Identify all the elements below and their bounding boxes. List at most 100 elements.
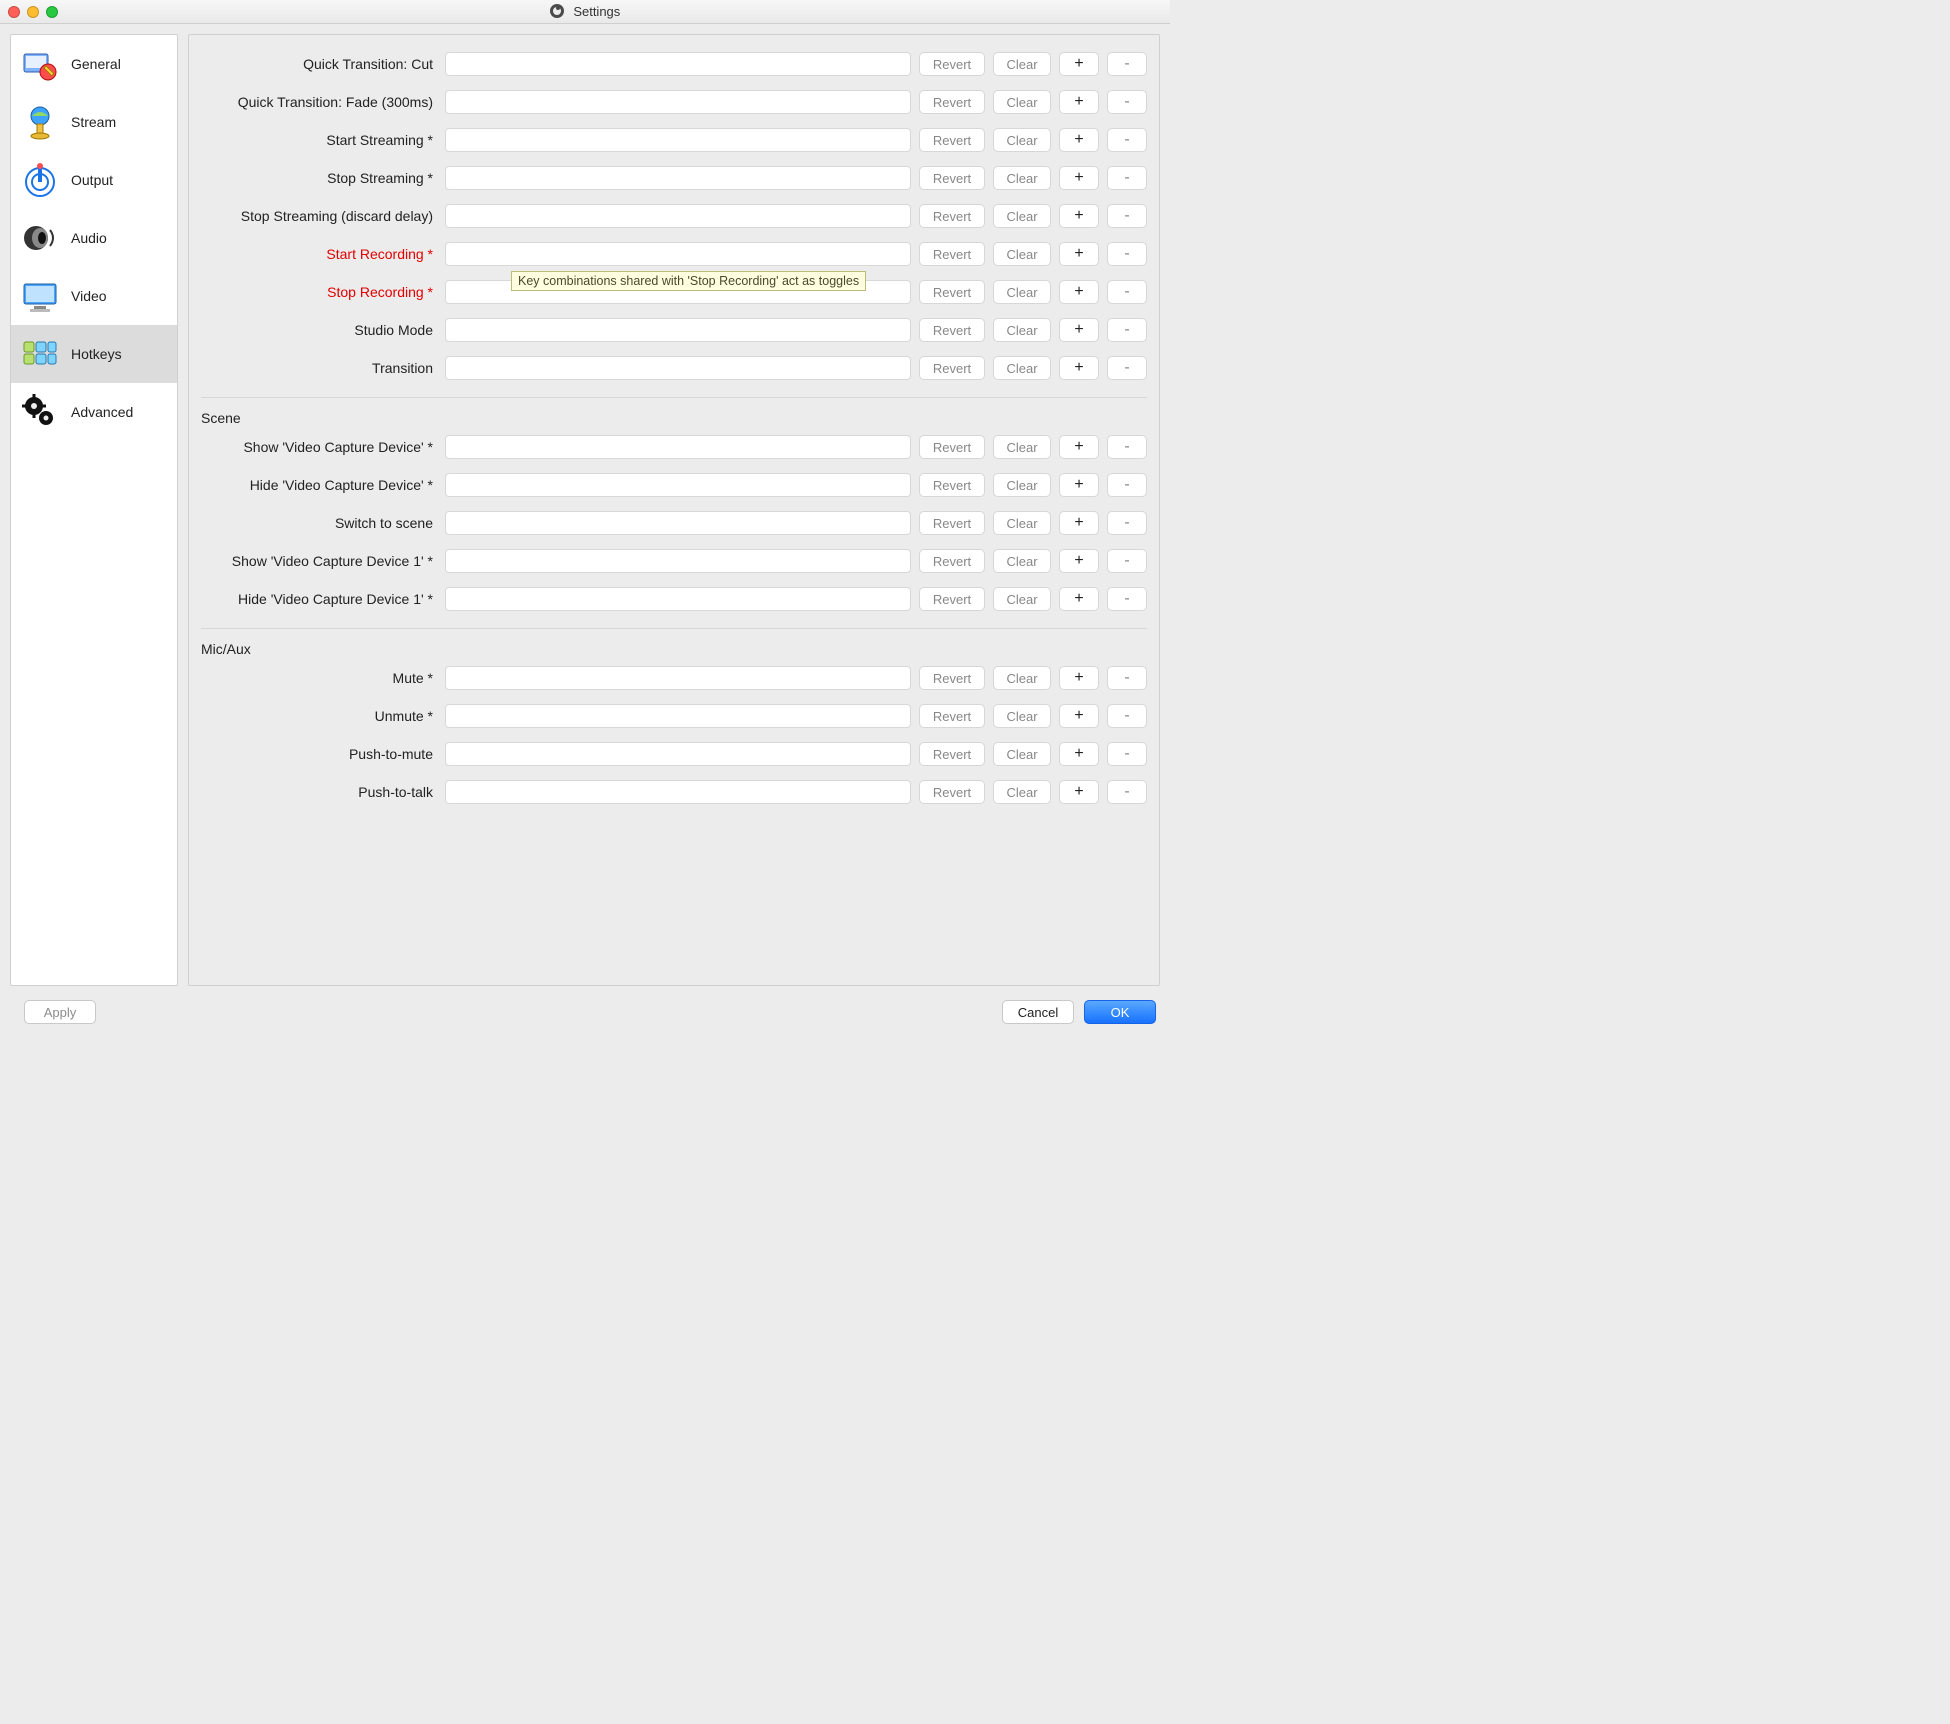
remove-binding-button[interactable]: - — [1107, 473, 1147, 497]
ok-button[interactable]: OK — [1084, 1000, 1156, 1024]
remove-binding-button[interactable]: - — [1107, 242, 1147, 266]
clear-button[interactable]: Clear — [993, 704, 1051, 728]
add-binding-button[interactable]: + — [1059, 166, 1099, 190]
hotkey-input[interactable] — [445, 90, 911, 114]
clear-button[interactable]: Clear — [993, 52, 1051, 76]
remove-binding-button[interactable]: - — [1107, 52, 1147, 76]
add-binding-button[interactable]: + — [1059, 511, 1099, 535]
clear-button[interactable]: Clear — [993, 204, 1051, 228]
revert-button[interactable]: Revert — [919, 318, 985, 342]
remove-binding-button[interactable]: - — [1107, 587, 1147, 611]
remove-binding-button[interactable]: - — [1107, 280, 1147, 304]
sidebar-item-general[interactable]: General — [11, 35, 177, 93]
close-icon[interactable] — [8, 6, 20, 18]
sidebar-item-hotkeys[interactable]: Hotkeys — [11, 325, 177, 383]
revert-button[interactable]: Revert — [919, 204, 985, 228]
hotkey-input[interactable] — [445, 204, 911, 228]
remove-binding-button[interactable]: - — [1107, 356, 1147, 380]
clear-button[interactable]: Clear — [993, 242, 1051, 266]
add-binding-button[interactable]: + — [1059, 204, 1099, 228]
clear-button[interactable]: Clear — [993, 549, 1051, 573]
hotkey-input[interactable] — [445, 704, 911, 728]
hotkey-input[interactable] — [445, 280, 911, 304]
minimize-icon[interactable] — [27, 6, 39, 18]
clear-button[interactable]: Clear — [993, 473, 1051, 497]
add-binding-button[interactable]: + — [1059, 549, 1099, 573]
revert-button[interactable]: Revert — [919, 587, 985, 611]
remove-binding-button[interactable]: - — [1107, 549, 1147, 573]
sidebar-item-video[interactable]: Video — [11, 267, 177, 325]
add-binding-button[interactable]: + — [1059, 128, 1099, 152]
add-binding-button[interactable]: + — [1059, 435, 1099, 459]
remove-binding-button[interactable]: - — [1107, 204, 1147, 228]
revert-button[interactable]: Revert — [919, 242, 985, 266]
revert-button[interactable]: Revert — [919, 166, 985, 190]
hotkey-input[interactable] — [445, 356, 911, 380]
remove-binding-button[interactable]: - — [1107, 90, 1147, 114]
hotkey-input[interactable] — [445, 742, 911, 766]
add-binding-button[interactable]: + — [1059, 666, 1099, 690]
hotkey-input[interactable] — [445, 242, 911, 266]
hotkey-input[interactable] — [445, 587, 911, 611]
remove-binding-button[interactable]: - — [1107, 511, 1147, 535]
clear-button[interactable]: Clear — [993, 742, 1051, 766]
apply-button[interactable]: Apply — [24, 1000, 96, 1024]
remove-binding-button[interactable]: - — [1107, 780, 1147, 804]
remove-binding-button[interactable]: - — [1107, 128, 1147, 152]
zoom-icon[interactable] — [46, 6, 58, 18]
remove-binding-button[interactable]: - — [1107, 435, 1147, 459]
add-binding-button[interactable]: + — [1059, 52, 1099, 76]
sidebar-item-stream[interactable]: Stream — [11, 93, 177, 151]
revert-button[interactable]: Revert — [919, 780, 985, 804]
revert-button[interactable]: Revert — [919, 511, 985, 535]
add-binding-button[interactable]: + — [1059, 587, 1099, 611]
revert-button[interactable]: Revert — [919, 280, 985, 304]
clear-button[interactable]: Clear — [993, 587, 1051, 611]
clear-button[interactable]: Clear — [993, 435, 1051, 459]
revert-button[interactable]: Revert — [919, 666, 985, 690]
hotkey-input[interactable] — [445, 473, 911, 497]
sidebar-item-output[interactable]: Output — [11, 151, 177, 209]
revert-button[interactable]: Revert — [919, 742, 985, 766]
add-binding-button[interactable]: + — [1059, 704, 1099, 728]
clear-button[interactable]: Clear — [993, 780, 1051, 804]
clear-button[interactable]: Clear — [993, 318, 1051, 342]
sidebar-item-audio[interactable]: Audio — [11, 209, 177, 267]
clear-button[interactable]: Clear — [993, 280, 1051, 304]
clear-button[interactable]: Clear — [993, 356, 1051, 380]
remove-binding-button[interactable]: - — [1107, 742, 1147, 766]
hotkey-input[interactable] — [445, 318, 911, 342]
sidebar-item-advanced[interactable]: Advanced — [11, 383, 177, 441]
add-binding-button[interactable]: + — [1059, 280, 1099, 304]
add-binding-button[interactable]: + — [1059, 318, 1099, 342]
hotkey-input[interactable] — [445, 52, 911, 76]
revert-button[interactable]: Revert — [919, 52, 985, 76]
clear-button[interactable]: Clear — [993, 511, 1051, 535]
add-binding-button[interactable]: + — [1059, 742, 1099, 766]
add-binding-button[interactable]: + — [1059, 242, 1099, 266]
clear-button[interactable]: Clear — [993, 90, 1051, 114]
revert-button[interactable]: Revert — [919, 90, 985, 114]
cancel-button[interactable]: Cancel — [1002, 1000, 1074, 1024]
revert-button[interactable]: Revert — [919, 356, 985, 380]
remove-binding-button[interactable]: - — [1107, 318, 1147, 342]
revert-button[interactable]: Revert — [919, 549, 985, 573]
remove-binding-button[interactable]: - — [1107, 166, 1147, 190]
add-binding-button[interactable]: + — [1059, 473, 1099, 497]
hotkey-input[interactable] — [445, 666, 911, 690]
remove-binding-button[interactable]: - — [1107, 666, 1147, 690]
hotkey-input[interactable] — [445, 549, 911, 573]
add-binding-button[interactable]: + — [1059, 356, 1099, 380]
revert-button[interactable]: Revert — [919, 128, 985, 152]
revert-button[interactable]: Revert — [919, 435, 985, 459]
add-binding-button[interactable]: + — [1059, 780, 1099, 804]
clear-button[interactable]: Clear — [993, 666, 1051, 690]
clear-button[interactable]: Clear — [993, 166, 1051, 190]
hotkey-input[interactable] — [445, 128, 911, 152]
hotkey-input[interactable] — [445, 435, 911, 459]
remove-binding-button[interactable]: - — [1107, 704, 1147, 728]
hotkey-input[interactable] — [445, 166, 911, 190]
hotkey-input[interactable] — [445, 780, 911, 804]
hotkey-input[interactable] — [445, 511, 911, 535]
clear-button[interactable]: Clear — [993, 128, 1051, 152]
